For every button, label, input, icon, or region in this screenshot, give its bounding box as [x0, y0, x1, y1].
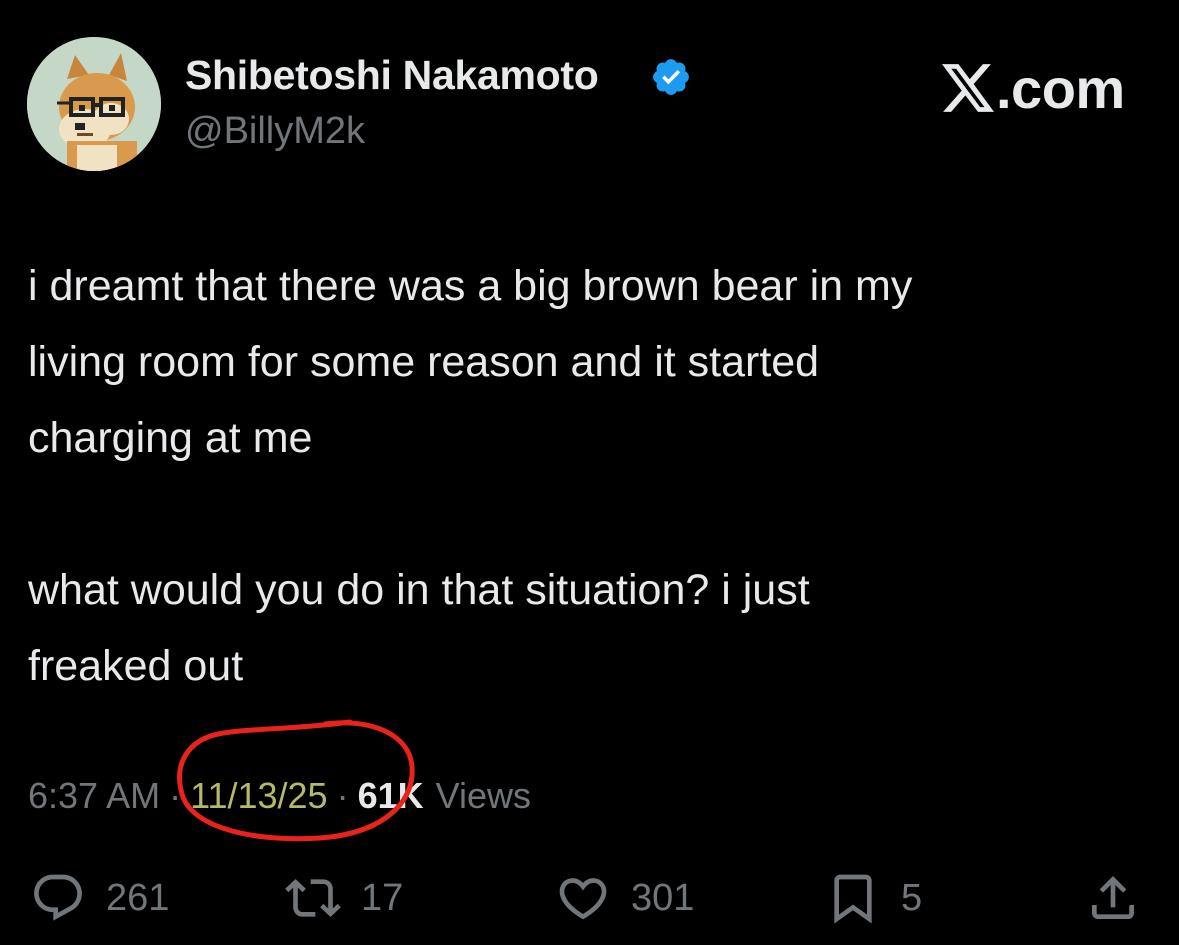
site-label: .com [996, 56, 1125, 120]
tweet-line: i dreamt that there was a big brown bear… [28, 262, 913, 310]
tweet-body: i dreamt that there was a big brown bear… [28, 248, 1148, 704]
repost-count: 17 [361, 876, 404, 919]
verified-badge-icon[interactable] [650, 56, 692, 98]
reply-count: 261 [106, 876, 170, 919]
reply-button[interactable]: 261 [30, 870, 169, 926]
like-button[interactable]: 301 [555, 870, 694, 926]
meta-separator: · [336, 775, 349, 816]
tweet-meta: 6:37 AM · 11/13/25 · 61K Views [28, 770, 531, 822]
like-count: 301 [631, 876, 695, 919]
share-button[interactable] [1085, 870, 1161, 926]
x-logo-icon [942, 64, 994, 112]
views-label[interactable]: Views [436, 775, 531, 817]
bookmark-icon [834, 874, 872, 924]
author-handle[interactable]: @BillyM2k [185, 110, 365, 153]
x-com-logo: .com [942, 56, 1125, 120]
repost-icon [285, 879, 341, 917]
meta-separator: · [169, 775, 182, 816]
tweet-line: freaked out [28, 642, 244, 690]
tweet-date[interactable]: 11/13/25 [190, 775, 327, 817]
tweet-paragraph: what would you do in that situation? i j… [28, 552, 1148, 704]
tweet-line: charging at me [28, 414, 313, 462]
views-count[interactable]: 61K [358, 775, 424, 817]
action-bar: 261 17 301 5 [0, 870, 1179, 926]
share-icon [1092, 876, 1134, 919]
tweet-time[interactable]: 6:37 AM [28, 775, 160, 817]
heart-icon [559, 878, 607, 920]
repost-button[interactable]: 17 [285, 870, 403, 926]
tweet-line: living room for some reason and it start… [28, 338, 820, 386]
bookmark-button[interactable]: 5 [825, 870, 922, 926]
doge-avatar-image [27, 37, 161, 171]
bookmark-count: 5 [901, 876, 923, 919]
tweet-paragraph: i dreamt that there was a big brown bear… [28, 248, 1148, 476]
avatar[interactable] [27, 37, 161, 171]
reply-icon [34, 874, 82, 921]
author-display-name[interactable]: Shibetoshi Nakamoto [185, 52, 599, 99]
tweet-line: what would you do in that situation? i j… [28, 566, 810, 614]
